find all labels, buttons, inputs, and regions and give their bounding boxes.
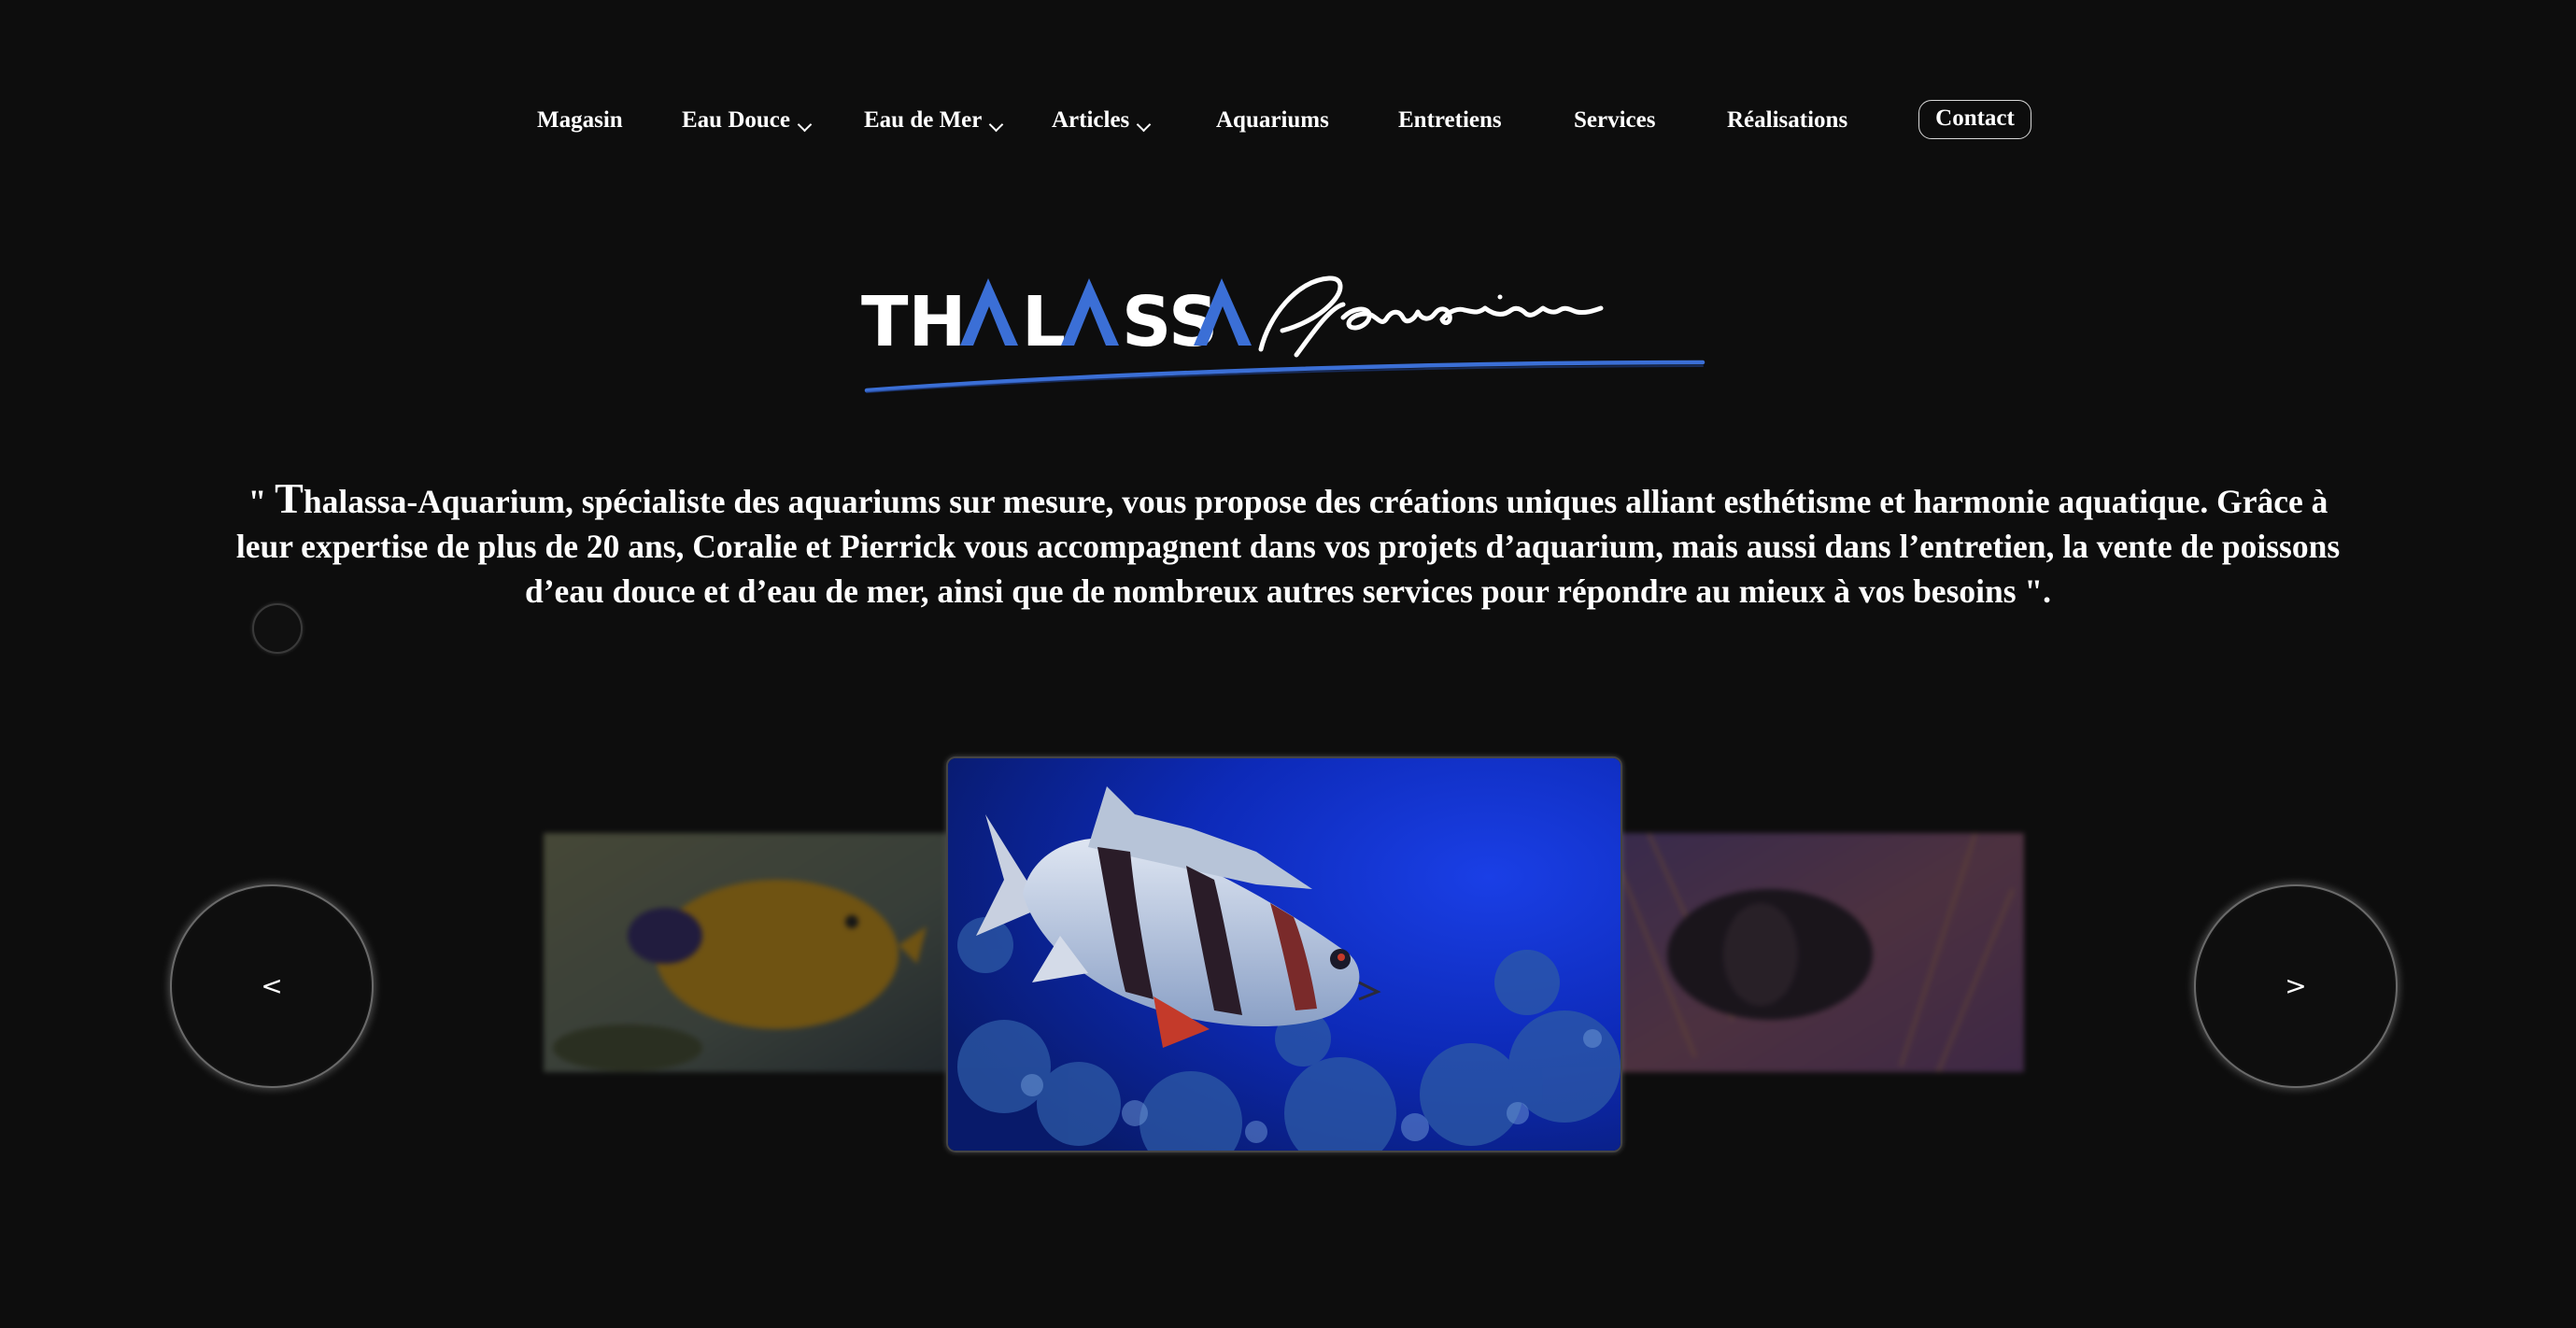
tagline-dropcap: T bbox=[275, 473, 304, 522]
nav-item-aquariums[interactable]: Aquariums bbox=[1216, 97, 1329, 144]
nav-item-eau-de-mer[interactable]: Eau de Mer bbox=[864, 97, 1004, 144]
nav-item-label: Eau Douce bbox=[682, 107, 790, 133]
tagline-text: halassa-Aquarium, spécialiste des aquari… bbox=[235, 482, 2341, 610]
intro-tagline: " Thalassa-Aquarium, spécialiste des aqu… bbox=[224, 473, 2352, 614]
nav-item-label: Aquariums bbox=[1216, 107, 1329, 133]
nav-item-articles[interactable]: Articles bbox=[1052, 97, 1152, 144]
nav-item-label: Articles bbox=[1052, 107, 1130, 133]
decorative-circle[interactable] bbox=[252, 603, 303, 654]
nav-item-entretiens[interactable]: Entretiens bbox=[1398, 97, 1502, 144]
nav-item-magasin[interactable]: Magasin bbox=[537, 97, 623, 144]
svg-text:L: L bbox=[1022, 282, 1066, 362]
nav-item-services[interactable]: Services bbox=[1574, 97, 1655, 144]
nav-item-label: Réalisations bbox=[1727, 107, 1848, 133]
chevron-down-icon bbox=[797, 117, 813, 133]
page: Magasin Eau Douce Eau de Mer Articles Aq… bbox=[0, 0, 2576, 1328]
carousel-slide-left[interactable] bbox=[544, 833, 947, 1072]
nav-item-eau-douce[interactable]: Eau Douce bbox=[682, 97, 813, 144]
carousel-slide-active[interactable] bbox=[946, 756, 1622, 1152]
carousel-slide-right[interactable] bbox=[1621, 833, 2024, 1072]
nav-item-label: Eau de Mer bbox=[864, 107, 983, 133]
clownfish-image bbox=[1621, 833, 2024, 1072]
svg-text:TH: TH bbox=[861, 282, 966, 362]
chevron-down-icon bbox=[1137, 117, 1152, 133]
thalassa-aquarium-logo[interactable]: TH L SS bbox=[857, 252, 1709, 411]
yellow-tang-image bbox=[544, 833, 947, 1072]
carousel-next-button[interactable]: > bbox=[2194, 884, 2398, 1088]
nav-item-label: Magasin bbox=[537, 107, 623, 133]
contact-button[interactable]: Contact bbox=[1918, 100, 2031, 139]
nav-item-realisations[interactable]: Réalisations bbox=[1727, 97, 1847, 144]
carousel-prev-button[interactable]: < bbox=[170, 884, 374, 1088]
nav-item-label: Services bbox=[1574, 107, 1656, 133]
snapper-fish-image bbox=[948, 758, 1621, 1151]
nav-item-label: Entretiens bbox=[1398, 107, 1502, 133]
chevron-down-icon bbox=[989, 117, 1004, 133]
open-quote: " bbox=[248, 482, 276, 520]
main-nav: Magasin Eau Douce Eau de Mer Articles Aq… bbox=[0, 97, 2576, 144]
